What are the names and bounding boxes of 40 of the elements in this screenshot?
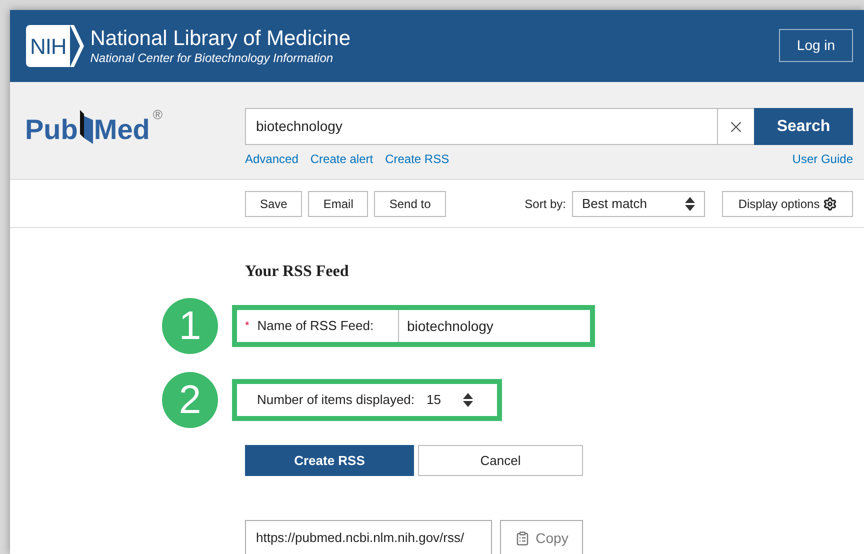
toolbar-button[interactable]: Send to (374, 190, 446, 216)
section-heading: Your RSS Feed (245, 262, 350, 282)
field-label: Number of items displayed: (257, 391, 415, 410)
required-mark: * (245, 318, 250, 334)
search-link[interactable]: Advanced (245, 150, 298, 168)
feed-url-field[interactable]: https://pubmed.ncbi.nlm.nih.gov/rss/ (245, 520, 492, 554)
field-label: Name of RSS Feed: (257, 317, 374, 336)
settings-icon (822, 196, 837, 210)
search-input[interactable]: biotechnology (245, 108, 718, 145)
clear-button[interactable] (718, 108, 754, 145)
logo-text: Pub (25, 116, 78, 144)
search-link[interactable]: Create alert (310, 150, 374, 168)
select-value: 15 (426, 391, 442, 410)
chevron-icon (70, 25, 84, 67)
registered-mark: ® (152, 108, 162, 121)
step-number-badge: 1 (162, 298, 218, 354)
toolbar-button[interactable]: Email (308, 190, 368, 216)
clipboard-icon (514, 530, 530, 546)
nih-logo[interactable]: NIH (26, 25, 84, 67)
search-button[interactable]: Search (754, 108, 853, 145)
sort-arrows-icon (685, 196, 695, 210)
toolbar-button[interactable]: Save (245, 190, 302, 216)
sort-label: Sort by: (524, 196, 566, 212)
display-options-button[interactable]: Display options (722, 190, 853, 216)
user-guide-link[interactable]: User Guide (792, 150, 853, 168)
book-icon (78, 108, 94, 144)
cancel-button[interactable]: Cancel (418, 445, 583, 476)
copy-button[interactable]: Copy (500, 520, 583, 554)
items-count-select[interactable]: Number of items displayed: 15 (237, 384, 497, 416)
search-link[interactable]: Create RSS (385, 150, 450, 168)
logo-text: Med (94, 116, 150, 144)
step-number-badge: 2 (162, 372, 218, 428)
site-subtitle: National Center for Biotechnology Information (90, 50, 334, 66)
login-button[interactable]: Log in (779, 28, 853, 62)
pubmed-logo[interactable]: Pub Med® (25, 108, 245, 144)
sort-select[interactable]: Best match (572, 190, 705, 216)
site-title: National Library of Medicine (90, 26, 351, 50)
feed-name-input[interactable]: biotechnology (399, 310, 590, 342)
sort-arrows-icon (463, 393, 473, 407)
create-rss-button[interactable]: Create RSS (245, 445, 414, 476)
